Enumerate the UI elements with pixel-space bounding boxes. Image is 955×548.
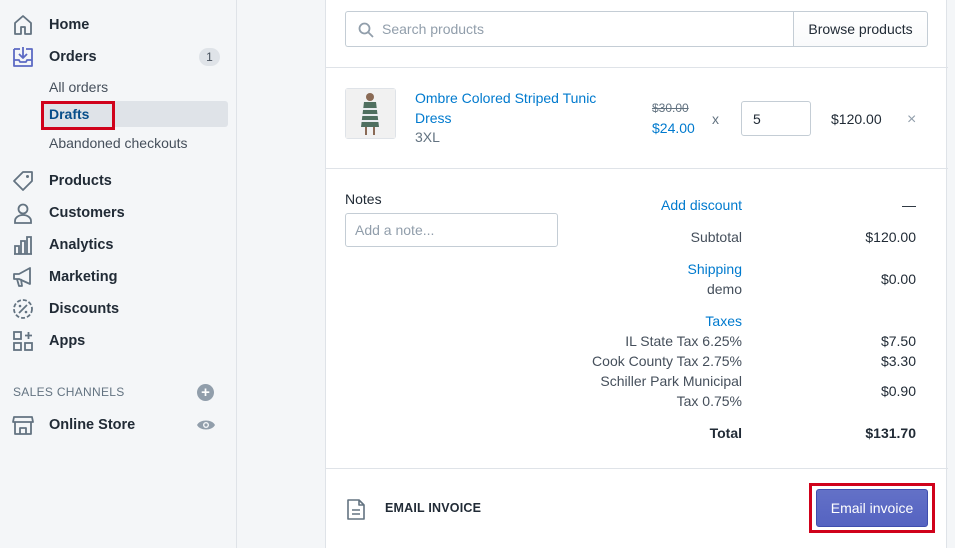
tax-line-value: $0.90	[880, 383, 916, 399]
browse-products-button[interactable]: Browse products	[793, 11, 928, 47]
tax-line-label: Schiller Park Municipal	[600, 373, 742, 389]
page-gutter	[948, 0, 955, 548]
remove-item-icon[interactable]: ×	[907, 111, 916, 129]
sidebar-item-label: Apps	[49, 333, 86, 349]
search-placeholder: Search products	[382, 21, 484, 37]
add-discount-link[interactable]: Add discount	[661, 197, 742, 213]
document-icon	[347, 499, 365, 520]
divider	[326, 468, 948, 469]
sidebar-item-discounts[interactable]: Discounts	[0, 294, 237, 324]
product-search-row: Search products Browse products	[345, 11, 928, 47]
search-icon	[358, 22, 374, 38]
sidebar-item-orders[interactable]: Orders 1	[0, 42, 237, 72]
draft-order-card: Search products Browse products Ombre Co…	[325, 0, 948, 548]
product-title-link[interactable]: Ombre Colored Striped Tunic Dress	[415, 88, 615, 128]
sidebar-item-label: Products	[49, 173, 112, 189]
sales-channels-heading: SALES CHANNELS	[13, 385, 125, 399]
shipping-method: demo	[706, 281, 742, 297]
sidebar-item-label: Customers	[49, 205, 125, 221]
tax-line-label: IL State Tax 6.25%	[625, 333, 742, 349]
sidebar-item-customers[interactable]: Customers	[0, 198, 237, 228]
home-icon	[14, 15, 32, 35]
search-input[interactable]: Search products	[345, 11, 793, 47]
sidebar-item-label: Discounts	[49, 301, 120, 317]
tag-icon	[13, 171, 33, 191]
sidebar-subitem-abandoned-checkouts[interactable]: Abandoned checkouts	[41, 130, 228, 156]
sidebar-subitem-all-orders[interactable]: All orders	[41, 74, 228, 100]
divider	[326, 67, 948, 68]
quantity-input[interactable]: 5	[741, 101, 811, 136]
orders-count-badge: 1	[199, 48, 220, 66]
sidebar-item-products[interactable]: Products	[0, 166, 237, 196]
shipping-value: $0.00	[880, 271, 916, 287]
add-sales-channel-icon[interactable]: +	[197, 384, 214, 401]
line-total: $120.00	[831, 111, 882, 127]
sidebar-item-analytics[interactable]: Analytics	[0, 230, 237, 260]
email-invoice-heading: EMAIL INVOICE	[385, 501, 482, 515]
product-thumbnail	[345, 88, 396, 139]
taxes-link[interactable]: Taxes	[705, 313, 742, 329]
discounted-price-link[interactable]: $24.00	[652, 120, 695, 136]
tax-line-label: Cook County Tax 2.75%	[592, 353, 742, 369]
subtotal-value: $120.00	[865, 229, 916, 245]
sidebar-item-label: Orders	[49, 49, 97, 65]
product-variant: 3XL	[415, 129, 440, 145]
notes-label: Notes	[345, 191, 382, 207]
sidebar-item-home[interactable]: Home	[0, 10, 237, 40]
notes-input[interactable]: Add a note...	[345, 213, 558, 247]
times-sign: x	[712, 111, 719, 127]
drafts-highlight	[41, 101, 115, 130]
shipping-link[interactable]: Shipping	[688, 261, 743, 277]
total-label: Total	[709, 425, 742, 441]
tax-line-value: $3.30	[880, 353, 916, 369]
sidebar-item-apps[interactable]: Apps	[0, 326, 237, 356]
email-invoice-highlight	[809, 483, 935, 533]
bar-chart-icon	[14, 236, 32, 255]
person-icon	[14, 203, 32, 224]
sidebar-item-label: Online Store	[49, 417, 136, 433]
sidebar-item-label: Marketing	[49, 269, 118, 285]
sidebar-item-marketing[interactable]: Marketing	[0, 262, 237, 292]
megaphone-icon	[13, 267, 31, 287]
store-icon	[12, 416, 34, 435]
tax-line-label-cont: Tax 0.75%	[676, 393, 742, 409]
sidebar-item-label: Analytics	[49, 237, 114, 253]
divider	[326, 168, 948, 169]
apps-icon	[13, 331, 33, 351]
tax-line-value: $7.50	[880, 333, 916, 349]
sidebar: Home Orders 1 All orders Drafts Abandone…	[0, 0, 237, 548]
sidebar-item-label: Home	[49, 17, 90, 33]
original-price: $30.00	[652, 101, 689, 115]
orders-icon	[13, 47, 33, 67]
eye-icon[interactable]	[196, 418, 216, 432]
total-value: $131.70	[865, 425, 916, 441]
discount-icon	[13, 299, 33, 319]
discount-value: —	[902, 197, 916, 213]
subtotal-label: Subtotal	[690, 229, 742, 245]
